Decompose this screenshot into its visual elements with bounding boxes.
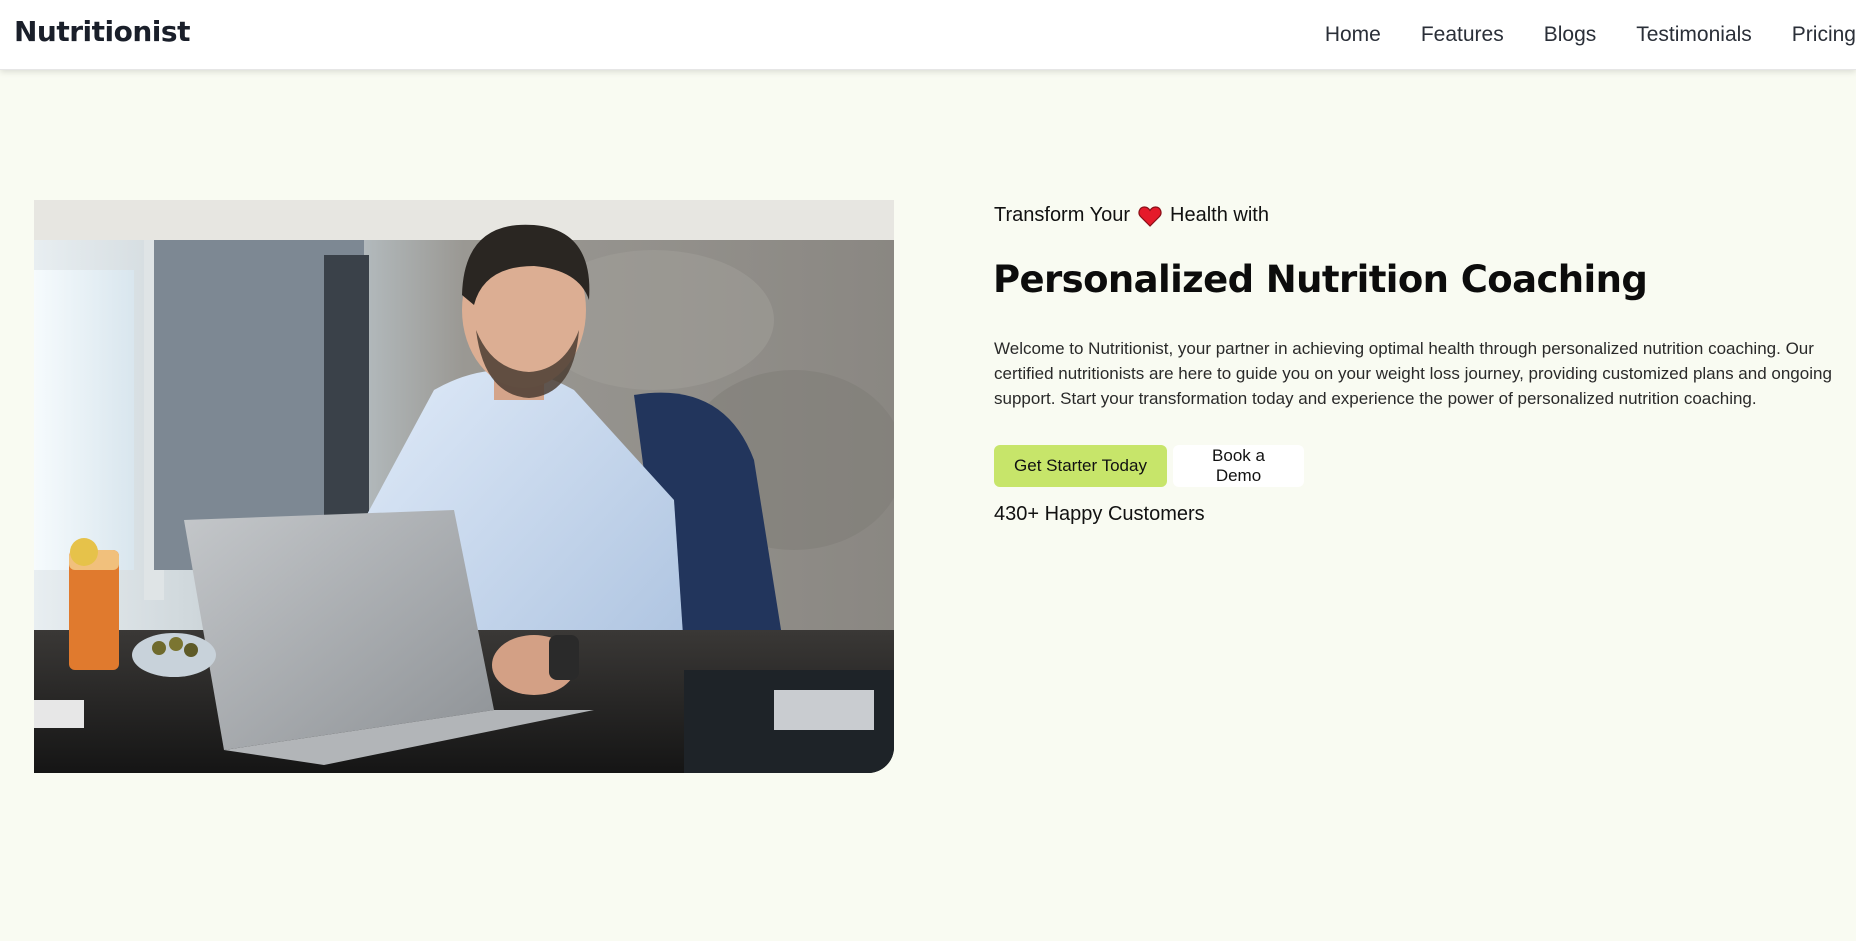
nav-link-testimonials[interactable]: Testimonials: [1636, 23, 1752, 47]
hero-photo-illustration: [34, 200, 894, 773]
hero-headline: Personalized Nutrition Coaching: [993, 258, 1648, 301]
hero-description: Welcome to Nutritionist, your partner in…: [994, 339, 1832, 408]
nav-link-features[interactable]: Features: [1421, 23, 1504, 47]
main-nav: Home Features Blogs Testimonials Pricing: [1325, 0, 1856, 70]
nav-link-blogs[interactable]: Blogs: [1544, 23, 1597, 47]
hero-actions: Get Starter Today Book a Demo: [994, 445, 1304, 487]
site-logo[interactable]: Nutritionist: [14, 15, 190, 48]
get-started-button[interactable]: Get Starter Today: [994, 445, 1167, 487]
hero-eyebrow: Transform Your Health with: [994, 204, 1269, 227]
happy-customers-count: 430+ Happy Customers: [994, 503, 1205, 525]
heart-icon: [1138, 205, 1162, 227]
eyebrow-text-start: Transform Your: [994, 204, 1130, 226]
eyebrow-text-end: Health with: [1170, 204, 1269, 226]
hero-image: [34, 200, 894, 773]
book-demo-button[interactable]: Book a Demo: [1173, 445, 1304, 487]
nav-link-pricing[interactable]: Pricing: [1792, 23, 1856, 47]
nav-link-home[interactable]: Home: [1325, 23, 1381, 47]
top-navigation-bar: Nutritionist Home Features Blogs Testimo…: [0, 0, 1856, 70]
